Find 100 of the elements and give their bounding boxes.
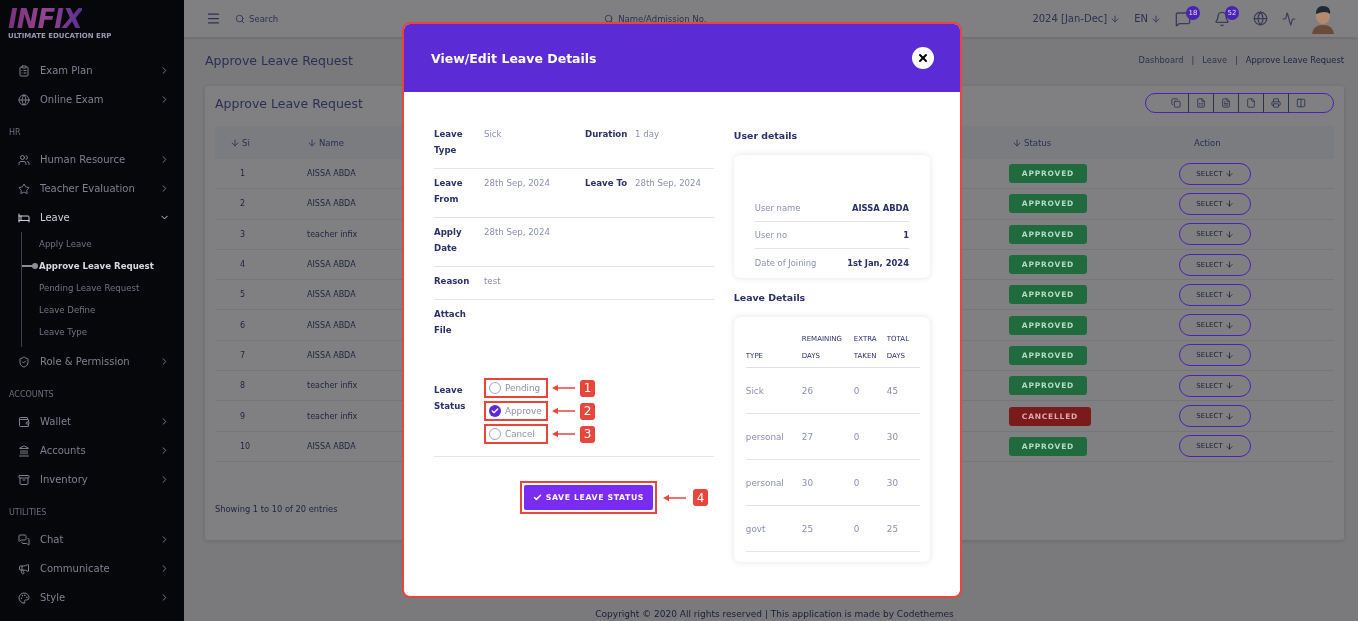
table-cell: 30 [886, 414, 920, 460]
user-label: User name [754, 203, 801, 213]
submenu-item[interactable]: Leave Type [22, 321, 184, 343]
detail-value: Sick [484, 128, 503, 141]
palette-icon [18, 591, 30, 604]
bank-icon [18, 444, 30, 457]
table-cell: 0 [853, 368, 887, 414]
table-cell: 27 [801, 414, 854, 460]
table-info: Showing 1 to 10 of 20 entries [215, 503, 339, 514]
table-cell-text: AISSA ABDA [306, 320, 357, 330]
table-cell: govt [745, 506, 802, 552]
avatar[interactable] [1310, 3, 1336, 34]
arrow-down-icon [1224, 199, 1234, 209]
close-button[interactable] [912, 47, 934, 69]
table-cell-text: 4 [239, 260, 247, 270]
menu-icon[interactable] [206, 11, 221, 26]
arrow-down-icon [1224, 350, 1234, 360]
radio-option[interactable]: Cancel [489, 428, 543, 440]
sidebar-item[interactable]: Style [0, 583, 184, 612]
sidebar-item[interactable]: Teacher Evaluation [0, 174, 184, 203]
submenu-item[interactable]: Apply Leave [22, 233, 184, 255]
student-search-field[interactable]: Name/Admission No. [604, 13, 707, 24]
bed-icon [18, 211, 30, 224]
detail-label: Attach File [434, 308, 467, 337]
user-value: 1 [903, 230, 909, 240]
check-icon [532, 493, 542, 502]
search-icon [604, 13, 615, 24]
copyright-text: Copyright © 2020 All rights reserved | This application is made by Codethemes [594, 609, 955, 621]
submenu-item[interactable]: Pending Leave Request [22, 277, 184, 299]
sidebar-item[interactable]: Role & Permission [0, 347, 184, 376]
arrow-down-icon [1224, 229, 1234, 239]
submenu-item[interactable]: Leave Define [22, 299, 184, 321]
sidebar-item[interactable]: Inventory [0, 465, 184, 494]
submenu-item[interactable]: Approve Leave Request [22, 255, 184, 277]
sidebar-item[interactable]: Human Resource [0, 145, 184, 174]
section-heading: ACCOUNTS [8, 390, 55, 399]
session-select[interactable]: 2024 [Jan-Dec] [1032, 13, 1121, 24]
table-cell-text: 2 [239, 199, 247, 209]
table-cell-text: 5 [239, 290, 247, 300]
table-cell-text: AISSA ABDA [306, 260, 357, 270]
sidebar-item[interactable]: Exam Plan [0, 56, 184, 85]
section-title: User details [733, 130, 799, 141]
detail-label: Apply Date [434, 226, 463, 255]
breadcrumb-link[interactable]: Approve Leave Request [1245, 55, 1344, 65]
archive-icon [18, 473, 30, 486]
table-cell-text: 10 [239, 441, 252, 451]
arrow-down-icon [1224, 169, 1234, 179]
detail-value: test [484, 275, 502, 288]
breadcrumb-separator: | [1191, 55, 1195, 65]
sidebar-item[interactable]: Leave [0, 203, 184, 232]
table-cell-text: AISSA ABDA [306, 199, 357, 209]
sort-arrow-icon [1012, 137, 1022, 148]
table-cell: 0 [853, 460, 887, 506]
detail-value: 28th Sep, 2024 [635, 177, 702, 190]
bell-icon[interactable] [1214, 10, 1230, 27]
search-field[interactable]: Search [235, 13, 279, 24]
column-header[interactable]: Name [305, 137, 345, 148]
table-cell: 45 [886, 368, 920, 414]
detail-label: Leave Status [434, 384, 467, 413]
table-cell-text: teacher infix [306, 381, 359, 391]
annotation-arrow [552, 430, 576, 438]
table-cell-text: teacher infix [306, 411, 359, 421]
table-cell-text: 8 [239, 381, 247, 391]
table-cell: 25 [801, 506, 854, 552]
table-cell: 26 [801, 368, 854, 414]
user-value: AISSA ABDA [852, 203, 909, 213]
sidebar-item[interactable]: Chat [0, 525, 184, 554]
table-cell-text: 7 [239, 350, 247, 360]
table-cell: personal [745, 414, 802, 460]
table-cell: 0 [853, 506, 887, 552]
table-cell-text: AISSA ABDA [306, 290, 357, 300]
radio-option[interactable]: Pending [489, 382, 543, 394]
sidebar-item[interactable]: Accounts [0, 436, 184, 465]
section-title: Leave Details [733, 292, 807, 303]
table-cell-text: 3 [239, 229, 247, 239]
user-label: User no [754, 230, 787, 240]
sidebar-item[interactable]: Online Exam [0, 85, 184, 114]
language-select[interactable]: EN [1134, 13, 1161, 24]
annotation-number: 3 [580, 425, 595, 443]
megaphone-icon [18, 562, 30, 575]
breadcrumb-link[interactable]: Leave [1202, 55, 1227, 65]
clipboard-icon [18, 64, 30, 77]
message-icon[interactable] [1175, 10, 1191, 27]
radio-option[interactable]: Approve [489, 405, 543, 417]
column-header[interactable]: Si [215, 137, 250, 148]
arrow-down-icon [1151, 13, 1161, 24]
user-value: 1st Jan, 2024 [847, 257, 909, 268]
table-cell: 30 [886, 460, 920, 506]
breadcrumb-link[interactable]: Dashboard [1138, 55, 1184, 65]
detail-label: Leave From [434, 177, 464, 206]
table-cell-text: AISSA ABDA [306, 169, 357, 179]
arrow-down-icon [1224, 260, 1234, 270]
globe-icon [18, 93, 30, 106]
sidebar-item[interactable]: Communicate [0, 554, 184, 583]
globe-icon[interactable] [1253, 11, 1268, 26]
annotation-arrow [663, 493, 688, 502]
arrow-down-icon [1224, 290, 1234, 300]
sidebar-item[interactable]: Wallet [0, 407, 184, 436]
column-header[interactable]: Status [1004, 137, 1052, 148]
detail-value: 1 day [635, 128, 660, 141]
